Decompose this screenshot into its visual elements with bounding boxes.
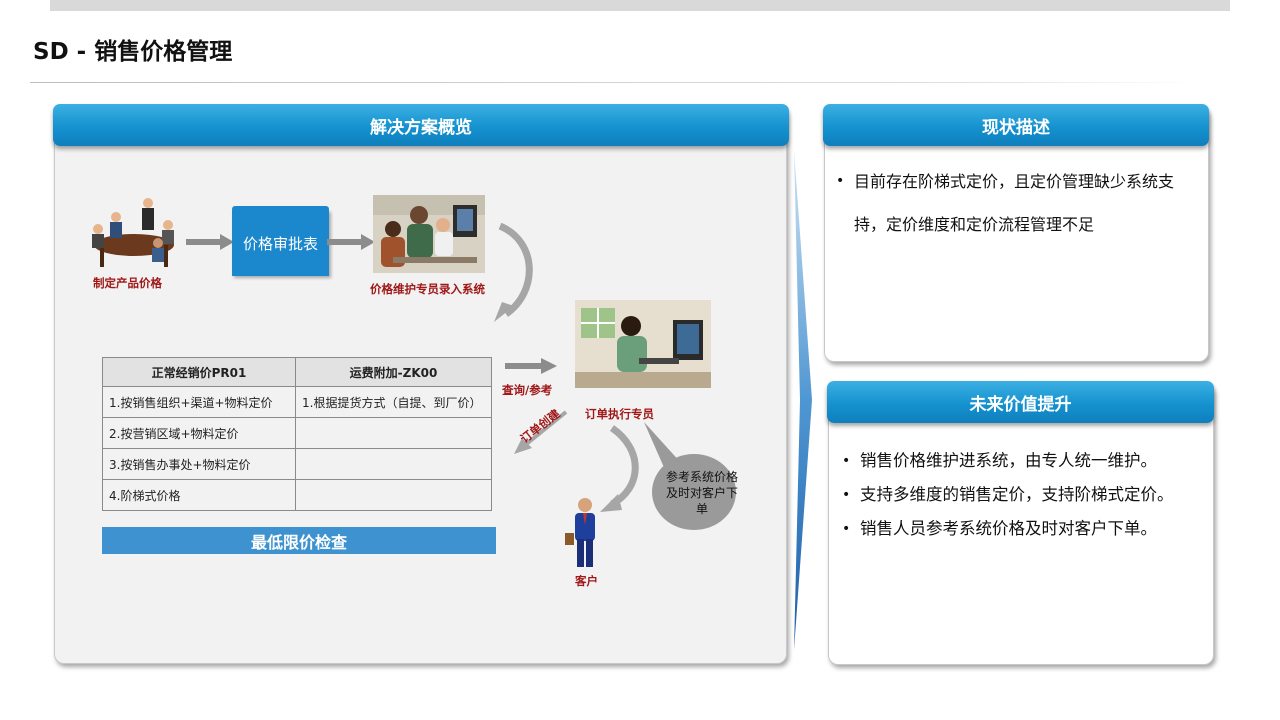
table-cell: 4.阶梯式价格: [102, 479, 296, 511]
query-label: 查询/参考: [502, 383, 553, 397]
list-item: 销售价格维护进系统，由专人统一维护。: [838, 444, 1212, 478]
table-cell: [295, 479, 492, 511]
title-divider: [30, 82, 1200, 83]
maintainer-label: 价格维护专员录入系统: [370, 282, 485, 296]
bubble-text: 参考系统价格及时对客户下单: [665, 470, 738, 516]
pricing-table: 正常经销价PR01 运费附加-ZK00 1.按销售组织+渠道+物料定价 1.根据…: [102, 357, 492, 511]
table-cell: [295, 417, 492, 449]
flow-arrow-2: [327, 234, 375, 250]
page-title: SD - 销售价格管理: [33, 39, 233, 65]
list-item: 销售人员参考系统价格及时对客户下单。: [838, 512, 1212, 546]
solution-panel-header: 解决方案概览: [53, 104, 789, 146]
meeting-icon: [92, 198, 174, 267]
chevron-divider: [794, 150, 812, 650]
maintainer-photo: [373, 195, 485, 273]
table-row: 4.阶梯式价格: [102, 479, 492, 511]
query-arrow: [505, 358, 557, 374]
table-cell: 3.按销售办事处+物料定价: [102, 448, 296, 480]
table-header-row: 正常经销价PR01 运费附加-ZK00: [102, 357, 492, 387]
table-cell: 2.按营销区域+物料定价: [102, 417, 296, 449]
min-price-check-bar: 最低限价检查: [102, 527, 496, 554]
status-list: 目前存在阶梯式定价，且定价管理缺少系统支持，定价维度和定价流程管理不足: [832, 160, 1200, 246]
customer-label: 客户: [575, 574, 598, 588]
column-header: 正常经销价PR01: [102, 357, 296, 387]
status-panel-header: 现状描述: [823, 104, 1209, 146]
future-panel-header: 未来价值提升: [827, 381, 1214, 423]
list-item: 目前存在阶梯式定价，且定价管理缺少系统支持，定价维度和定价流程管理不足: [832, 160, 1200, 246]
table-row: 3.按销售办事处+物料定价: [102, 448, 492, 480]
curved-arrow-down: [494, 222, 533, 322]
table-cell: [295, 448, 492, 480]
flow-arrow-1: [186, 234, 234, 250]
table-row: 1.按销售组织+渠道+物料定价 1.根据提货方式（自提、到厂价）: [102, 386, 492, 418]
list-item: 支持多维度的销售定价，支持阶梯式定价。: [838, 478, 1212, 512]
make-price-label: 制定产品价格: [93, 276, 162, 290]
executor-photo: [575, 300, 711, 388]
top-bar: [50, 0, 1230, 11]
table-row: 2.按营销区域+物料定价: [102, 417, 492, 449]
customer-icon: [565, 498, 595, 567]
table-cell: 1.根据提货方式（自提、到厂价）: [295, 386, 492, 418]
column-header: 运费附加-ZK00: [295, 357, 492, 387]
approval-form-box: 价格审批表: [232, 206, 329, 276]
future-list: 销售价格维护进系统，由专人统一维护。 支持多维度的销售定价，支持阶梯式定价。 销…: [838, 444, 1212, 546]
table-cell: 1.按销售组织+渠道+物料定价: [102, 386, 296, 418]
